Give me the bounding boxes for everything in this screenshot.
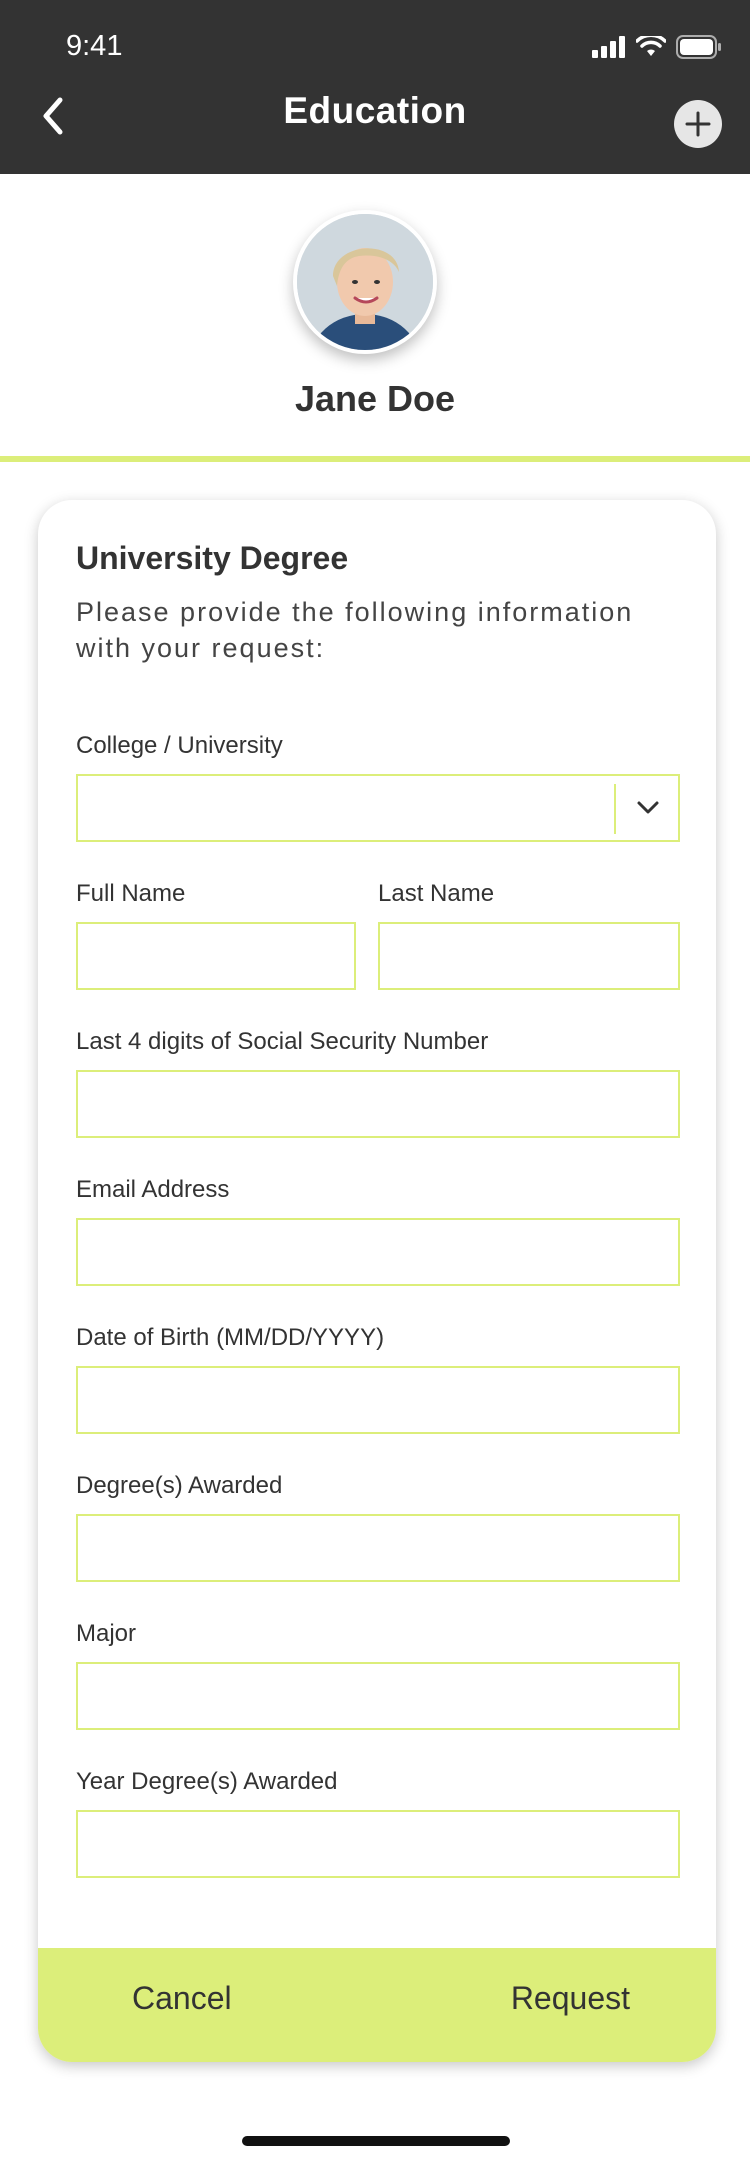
avatar	[293, 210, 437, 354]
add-button[interactable]	[674, 100, 722, 148]
plus-icon	[685, 111, 711, 137]
dob-label: Date of Birth (MM/DD/YYYY)	[76, 1324, 385, 1351]
major-field[interactable]	[76, 1662, 680, 1730]
email-label: Email Address	[76, 1176, 230, 1203]
select-divider	[614, 784, 616, 834]
full-name-field[interactable]	[76, 922, 356, 990]
request-button[interactable]: Request	[511, 1980, 630, 2017]
home-indicator	[242, 2136, 510, 2146]
cancel-button[interactable]: Cancel	[132, 1980, 232, 2017]
year-label: Year Degree(s) Awarded	[76, 1768, 338, 1795]
chevron-down-icon[interactable]	[634, 794, 662, 822]
ssn-label: Last 4 digits of Social Security Number	[76, 1028, 489, 1055]
signal-icon	[592, 36, 625, 58]
dob-field[interactable]	[76, 1366, 680, 1434]
college-label: College / University	[76, 732, 283, 759]
major-label: Major	[76, 1620, 137, 1647]
battery-icon	[676, 35, 721, 59]
degree-field[interactable]	[76, 1514, 680, 1582]
page-title: Education	[283, 90, 467, 131]
email-field[interactable]	[76, 1218, 680, 1286]
profile-section: Jane Doe	[0, 174, 750, 458]
avatar-photo	[297, 214, 433, 350]
request-form-card: University Degree Please provide the fol…	[38, 500, 716, 2062]
header-bar: 9:41 Education	[0, 0, 750, 174]
profile-name: Jane Doe	[294, 378, 456, 419]
degree-label: Degree(s) Awarded	[76, 1472, 283, 1499]
last-name-label: Last Name	[378, 880, 495, 907]
year-field[interactable]	[76, 1810, 680, 1878]
last-name-field[interactable]	[378, 922, 680, 990]
form-subtitle: Please provide the following information…	[76, 597, 634, 663]
ssn-field[interactable]	[76, 1070, 680, 1138]
college-select[interactable]	[76, 774, 680, 842]
status-icons	[592, 32, 722, 62]
divider-accent-line	[0, 456, 750, 462]
form-title: University Degree	[76, 540, 349, 576]
wifi-icon	[636, 36, 666, 56]
form-actions: Cancel Request	[38, 1948, 716, 2062]
status-time: 9:41	[66, 30, 123, 62]
full-name-label: Full Name	[76, 880, 186, 907]
